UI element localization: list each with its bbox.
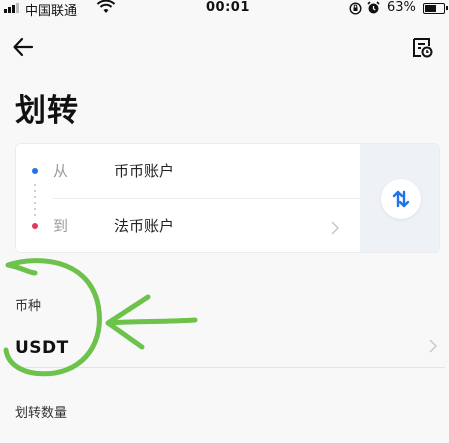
transfer-accounts-card: 从 币币账户 到 法币账户 [15, 143, 440, 253]
status-bar: 中国联通 00:01 63% [0, 0, 449, 19]
swap-arrows-icon [392, 190, 410, 208]
currency-label: 币种 [15, 299, 42, 314]
annotation-arrow [105, 294, 198, 350]
arrow-left-icon[interactable] [10, 34, 38, 60]
swap-panel [360, 144, 439, 252]
from-label: 从 [53, 162, 69, 180]
page-title: 划转 [15, 93, 79, 129]
swap-button[interactable] [381, 179, 421, 219]
from-dot [32, 168, 38, 174]
chevron-right-icon [331, 221, 340, 235]
alarm-icon [367, 1, 380, 14]
clock: 00:01 [206, 0, 250, 15]
battery-percent: 63% [387, 0, 416, 15]
transfer-screen: 中国联通 00:01 63% 划转 从 币币账户 到 法币账户 币种 USDT … [0, 0, 449, 443]
hand-drawn-annotation [3, 258, 198, 377]
currency-divider [15, 367, 445, 368]
from-account-name: 币币账户 [114, 162, 175, 180]
to-account-name: 法币账户 [114, 217, 175, 235]
currency-select[interactable]: USDT [15, 338, 69, 358]
to-label: 到 [53, 217, 69, 235]
battery-icon [423, 3, 448, 14]
transfer-record-icon[interactable] [409, 34, 435, 60]
rotation-lock-icon [349, 2, 362, 15]
signal-icon [4, 3, 19, 13]
chevron-right-icon[interactable] [428, 338, 438, 354]
carrier-name: 中国联通 [25, 4, 78, 19]
amount-label: 划转数量 [15, 406, 68, 421]
from-account-row[interactable]: 从 币币账户 [16, 144, 360, 199]
to-dot [32, 223, 38, 229]
wifi-icon [96, 0, 116, 13]
to-account-row[interactable]: 到 法币账户 [16, 199, 360, 252]
account-rows: 从 币币账户 到 法币账户 [16, 144, 360, 252]
